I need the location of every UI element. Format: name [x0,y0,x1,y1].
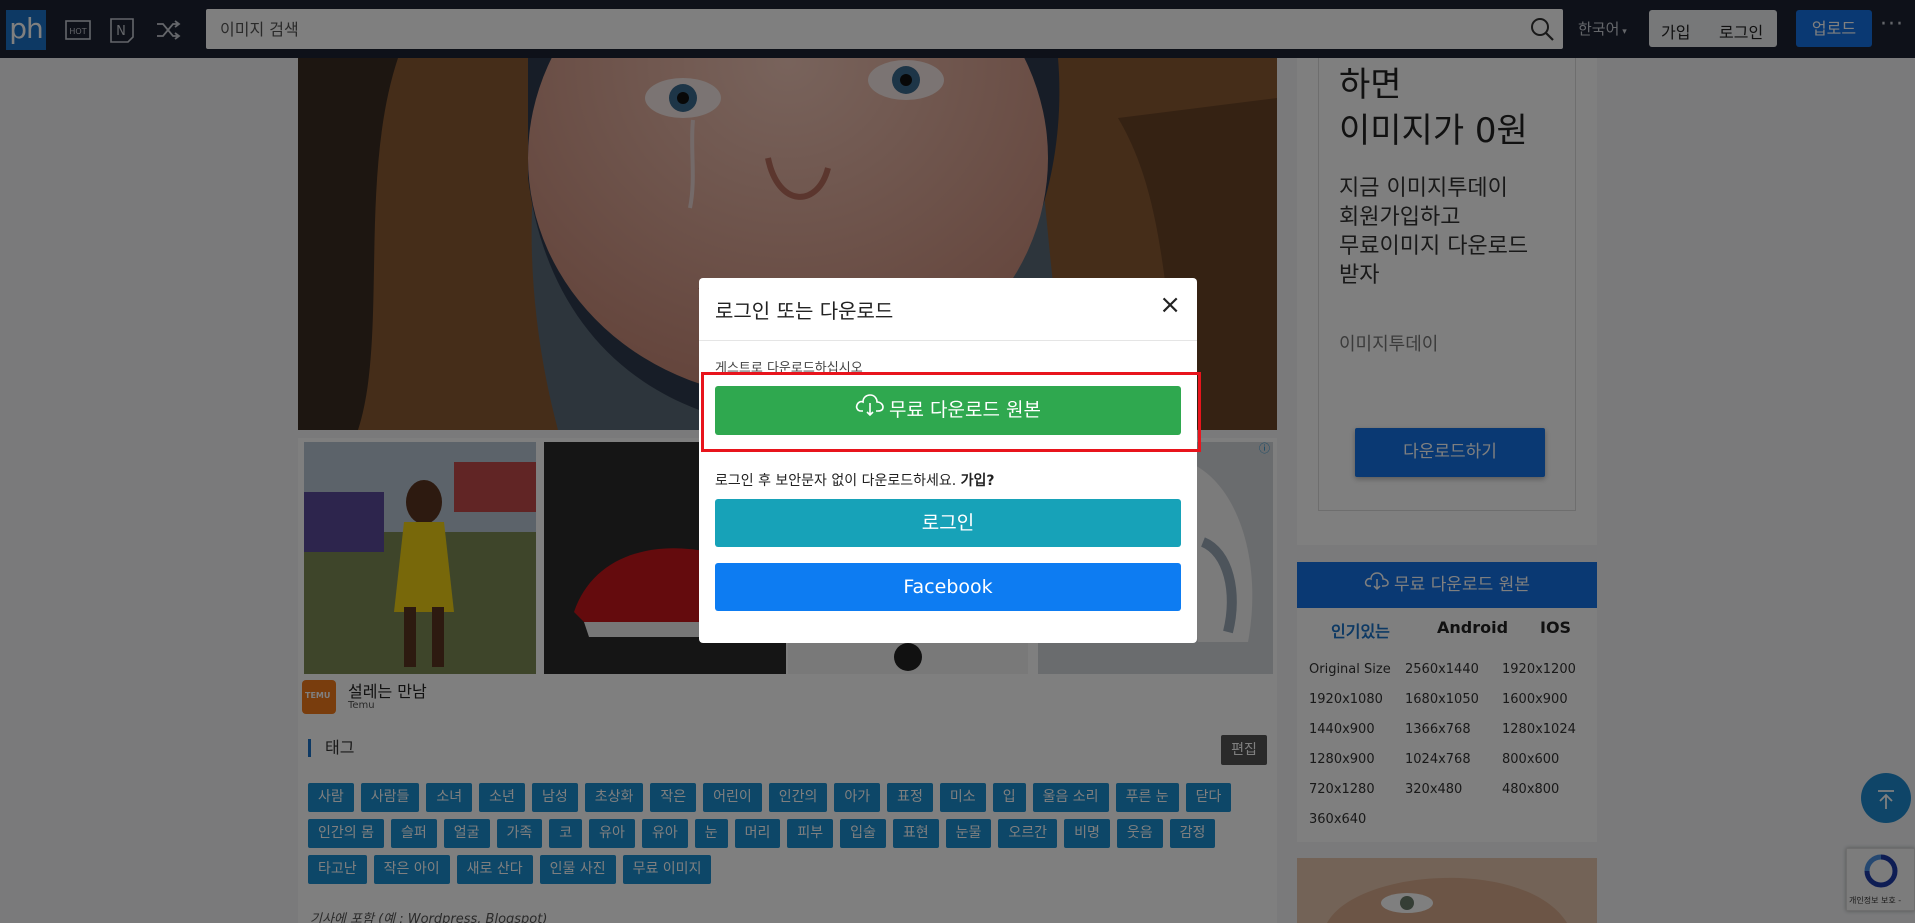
signup-link[interactable]: 가입? [961,473,995,489]
login-hint-text: 로그인 후 보안문자 없이 다운로드하세요. [715,473,957,489]
modal-title: 로그인 또는 다운로드 [715,299,894,323]
highlight-box [701,372,1201,452]
modal-header: 로그인 또는 다운로드 × [699,278,1197,341]
download-modal: 로그인 또는 다운로드 × 게스트로 다운로드하십시오 무료 다운로드 원본 로… [699,278,1201,643]
facebook-login-button[interactable]: Facebook [715,563,1181,611]
login-button[interactable]: 로그인 [715,499,1181,547]
close-icon[interactable]: × [1159,292,1181,318]
login-hint: 로그인 후 보안문자 없이 다운로드하세요. 가입? [715,470,995,490]
